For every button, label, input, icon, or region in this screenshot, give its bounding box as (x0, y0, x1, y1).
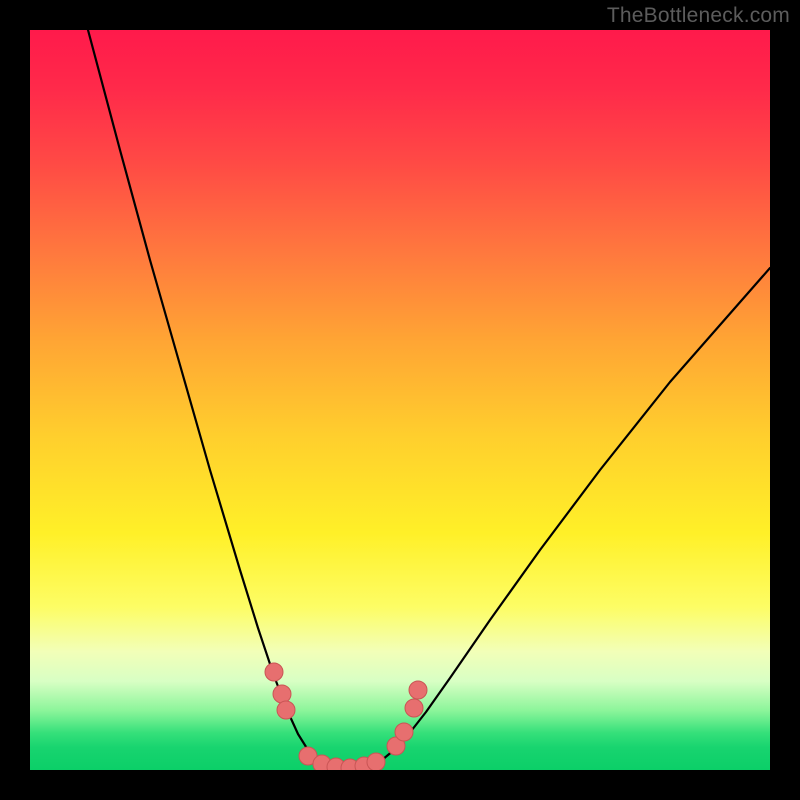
marker-left-dot-2 (273, 685, 291, 703)
marker-right-dot-4 (409, 681, 427, 699)
bottleneck-curve (30, 30, 770, 770)
chart-frame: TheBottleneck.com (0, 0, 800, 800)
series-left-curve (88, 30, 328, 765)
plot-area (30, 30, 770, 770)
marker-left-dot-3 (277, 701, 295, 719)
marker-floor-dot-6 (367, 753, 385, 770)
series-right-curve (372, 268, 770, 765)
marker-right-dot-2 (395, 723, 413, 741)
watermark-label: TheBottleneck.com (607, 4, 790, 28)
marker-right-dot-3 (405, 699, 423, 717)
marker-left-dot-1 (265, 663, 283, 681)
